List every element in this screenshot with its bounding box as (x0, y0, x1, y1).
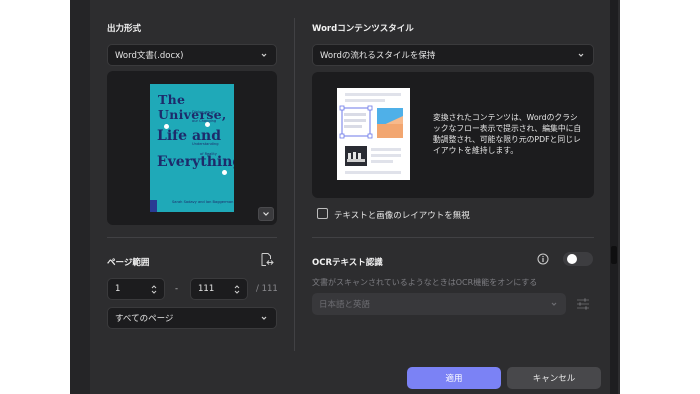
ignore-layout-label[interactable]: テキストと画像のレイアウトを無視 (334, 209, 470, 221)
output-format-title: 出力形式 (107, 24, 142, 34)
range-separator: - (175, 284, 179, 294)
word-style-title: Wordコンテンツスタイル (312, 24, 414, 34)
ocr-title: OCRテキスト認識 (312, 258, 383, 268)
apply-button[interactable]: 適用 (407, 367, 501, 389)
book-title-line3: Everything (157, 154, 234, 170)
book-subtitle-3: Understanding (192, 142, 219, 146)
cover-bar (150, 200, 157, 212)
divider (312, 237, 594, 238)
word-style-select[interactable]: Wordの流れるスタイルを保持 (312, 44, 594, 66)
chevron-down-icon (263, 212, 269, 216)
chevron-down-icon (261, 53, 267, 57)
document-illustration (337, 88, 410, 180)
cover-dot (164, 124, 169, 129)
cancel-button[interactable]: キャンセル (507, 367, 601, 389)
book-author: Sarah Sadavy and Ian Baggerman (172, 200, 234, 204)
chevron-down-icon (578, 53, 584, 57)
stepper-arrows-icon[interactable] (233, 283, 241, 296)
info-icon[interactable] (537, 253, 549, 265)
output-format-value: Word文書(.docx) (115, 51, 184, 61)
book-subtitle-1: Dialogues on (192, 110, 216, 114)
cover-dot (222, 170, 227, 175)
page-subset-value: すべてのページ (115, 314, 174, 324)
ocr-language-value: 日本語と英語 (319, 300, 371, 310)
page-range-title: ページ範囲 (107, 258, 150, 268)
divider (107, 237, 277, 238)
scrollbar-thumb[interactable] (611, 246, 617, 264)
page-to-stepper[interactable]: 111 (190, 278, 248, 300)
page-from-value: 1 (115, 284, 121, 294)
dialog-left-edge (70, 0, 90, 394)
chevron-down-icon (261, 316, 267, 320)
expand-preview-button[interactable] (258, 207, 274, 221)
scrollbar-track[interactable] (610, 0, 618, 394)
page-subset-select[interactable]: すべてのページ (107, 307, 277, 329)
chevron-down-icon (551, 302, 557, 306)
settings-sliders-icon[interactable] (576, 297, 590, 311)
page-to-value: 111 (198, 284, 215, 294)
output-format-select[interactable]: Word文書(.docx) (107, 44, 277, 66)
column-divider (294, 18, 295, 351)
ocr-toggle[interactable] (563, 252, 593, 266)
ocr-hint: 文書がスキャンされているようなときはOCR機能をオンにする (312, 278, 538, 287)
book-cover-thumbnail: The Universe, Dialogues on our Changing … (150, 84, 234, 212)
word-style-description: 変換されたコンテンツは、Wordのクラシックなフロー表示で提示され、編集中に自動… (433, 113, 582, 155)
word-style-value: Wordの流れるスタイルを保持 (320, 51, 436, 61)
stepper-arrows-icon[interactable] (150, 283, 158, 296)
page-total: / 111 (256, 284, 278, 294)
page-from-stepper[interactable]: 1 (107, 278, 165, 300)
ignore-layout-checkbox[interactable] (317, 208, 328, 219)
flow-layout-illustration (339, 93, 403, 174)
toggle-knob (567, 254, 577, 264)
ocr-language-select[interactable]: 日本語と英語 (312, 293, 566, 315)
page-swap-icon[interactable] (260, 252, 274, 267)
cover-dot (205, 122, 210, 127)
